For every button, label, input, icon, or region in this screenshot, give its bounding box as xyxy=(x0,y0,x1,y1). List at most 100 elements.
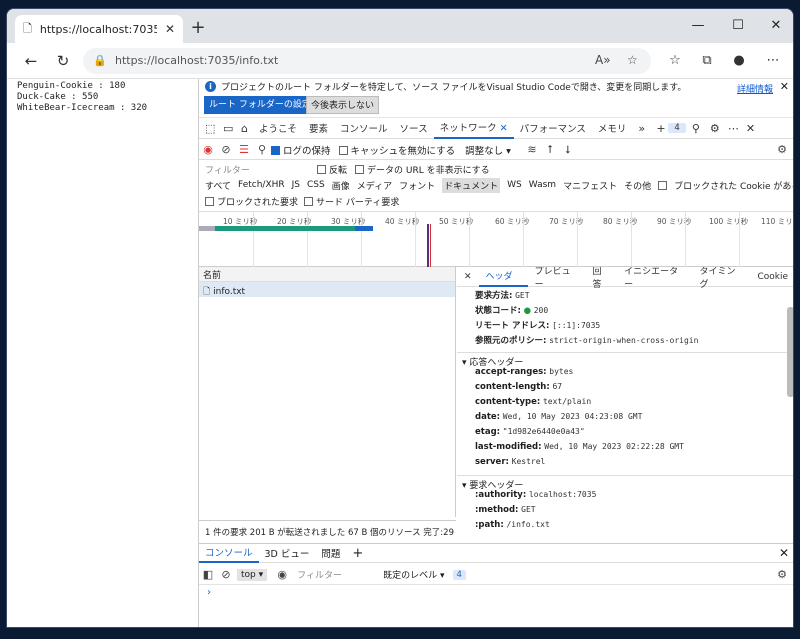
blocked-cookies-checkbox[interactable]: ブロックされた Cookie がある xyxy=(658,179,793,192)
log-levels-select[interactable]: 既定のレベル ▾ xyxy=(383,568,444,581)
browser-tab[interactable]: 🗋 https://localhost:7035/info.txt ✕ xyxy=(15,15,183,43)
clear-console-icon[interactable]: ⊘ xyxy=(217,568,235,581)
tab-welcome[interactable]: ようこそ xyxy=(253,121,303,135)
more-icon[interactable]: ⋯ xyxy=(722,122,740,135)
more-tabs-icon[interactable]: » xyxy=(632,122,650,135)
console-settings-icon[interactable]: ⚙ xyxy=(773,568,791,581)
tab-response[interactable]: 回答 xyxy=(586,267,618,290)
type-filter-manifest[interactable]: マニフェスト xyxy=(563,179,617,192)
lock-icon[interactable]: 🔒 xyxy=(93,54,107,67)
network-settings-icon[interactable]: ⚙ xyxy=(773,143,791,156)
tab-preview[interactable]: プレビュー xyxy=(528,267,586,290)
third-party-checkbox[interactable]: サード パーティ要求 xyxy=(304,195,399,208)
new-tab-button[interactable]: + xyxy=(187,18,209,40)
type-filter-font[interactable]: フォント xyxy=(399,179,435,192)
timeline-tick: 100 ミリ秒 xyxy=(709,217,749,226)
type-filter-doc[interactable]: ドキュメント xyxy=(442,177,501,193)
favorites-icon[interactable]: ☆ xyxy=(663,51,687,71)
tab-console[interactable]: コンソール xyxy=(334,121,394,135)
more-menu-icon[interactable]: ⋯ xyxy=(761,51,785,71)
add-tab-icon[interactable]: + xyxy=(650,122,668,135)
header-row: リモート アドレス: [::1]:7035 xyxy=(457,319,793,334)
record-icon[interactable]: ◉ xyxy=(199,143,217,156)
filter-input[interactable]: フィルター xyxy=(205,163,317,176)
minimize-button[interactable]: — xyxy=(683,15,713,37)
favorite-star-icon[interactable]: ☆ xyxy=(627,53,638,67)
import-icon[interactable]: ⭡ xyxy=(541,143,559,157)
back-button[interactable]: ← xyxy=(19,50,43,72)
drawer-tab-console[interactable]: コンソール xyxy=(199,544,259,563)
name-column-header[interactable]: 名前 xyxy=(199,267,455,282)
grid-line xyxy=(577,212,578,268)
tab-initiator[interactable]: イニシエーター xyxy=(617,267,692,290)
type-filter-media[interactable]: メディア xyxy=(357,179,392,192)
reload-button[interactable]: ↻ xyxy=(51,50,75,72)
tab-headers[interactable]: ヘッダー xyxy=(478,267,528,302)
third-party-label: サード パーティ要求 xyxy=(316,197,400,208)
learn-more-link[interactable]: 詳細情報 xyxy=(737,82,773,95)
infobar-close-icon[interactable]: ✕ xyxy=(780,80,789,93)
dont-show-again-button[interactable]: 今後表示しない xyxy=(306,96,380,114)
header-key: 要求方法: xyxy=(475,291,513,301)
search-icon[interactable]: ⚲ xyxy=(253,143,271,156)
wifi-icon[interactable]: ≋ xyxy=(523,143,541,156)
tab-timing[interactable]: タイミング xyxy=(693,267,751,290)
invert-checkbox[interactable]: 反転 xyxy=(317,163,347,176)
read-aloud-icon[interactable]: A» xyxy=(595,53,611,67)
url-field[interactable]: 🔒 https://localhost:7035/info.txt A» ☆ xyxy=(83,48,651,74)
inspect-icon[interactable]: ⬚ xyxy=(199,122,217,135)
close-details-icon[interactable]: ✕ xyxy=(457,272,479,282)
console-prompt[interactable]: › xyxy=(207,587,211,598)
tab-performance[interactable]: パフォーマンス xyxy=(514,121,592,135)
device-toolbar-icon[interactable]: ▭ xyxy=(217,122,235,135)
sidebar-toggle-icon[interactable]: ◧ xyxy=(199,568,217,581)
close-devtools-icon[interactable]: ✕ xyxy=(740,122,758,135)
details-scrollbar[interactable] xyxy=(787,307,793,397)
type-filter-wasm[interactable]: Wasm xyxy=(529,180,556,190)
request-row[interactable]: 🗋 info.txt xyxy=(199,282,455,297)
type-filter-js[interactable]: JS xyxy=(292,180,300,190)
context-value: top xyxy=(241,569,256,580)
drawer-tab-issues[interactable]: 問題 xyxy=(315,546,346,560)
tab-cookies[interactable]: Cookie xyxy=(750,272,793,282)
throttling-select[interactable]: 調整なし ▾ xyxy=(465,143,511,157)
tab-network[interactable]: ネットワーク ✕ xyxy=(433,118,514,139)
preserve-log-checkbox[interactable]: ログの保持 xyxy=(271,143,331,157)
hide-data-urls-checkbox[interactable]: データの URL を非表示にする xyxy=(355,163,490,176)
tab-memory[interactable]: メモリ xyxy=(592,121,633,135)
type-filter-all[interactable]: すべて xyxy=(205,179,231,192)
network-timeline[interactable]: 10 ミリ秒 20 ミリ秒 30 ミリ秒 40 ミリ秒 50 ミリ秒 60 ミリ… xyxy=(199,211,793,268)
close-drawer-icon[interactable]: ✕ xyxy=(773,546,793,560)
type-filter-css[interactable]: CSS xyxy=(307,180,325,190)
disable-cache-checkbox[interactable]: キャッシュを無効にする xyxy=(338,143,455,157)
connect-icon[interactable]: ⚲ xyxy=(686,122,704,135)
export-icon[interactable]: ⭣ xyxy=(559,143,577,157)
drawer-add-icon[interactable]: + xyxy=(346,546,369,561)
issues-badge[interactable]: 4 xyxy=(668,123,686,133)
tab-elements[interactable]: 要素 xyxy=(303,121,334,135)
blocked-requests-checkbox[interactable]: ブロックされた要求 xyxy=(205,195,298,208)
blocked-requests-label: ブロックされた要求 xyxy=(217,197,299,208)
response-headers-toggle[interactable]: ▾ 応答ヘッダー xyxy=(457,352,793,368)
profile-icon[interactable]: ● xyxy=(727,51,751,71)
maximize-button[interactable]: ☐ xyxy=(723,15,753,37)
type-filter-other[interactable]: その他 xyxy=(624,179,651,192)
type-filter-ws[interactable]: WS xyxy=(507,180,522,190)
close-window-button[interactable]: ✕ xyxy=(761,15,791,37)
request-headers-toggle[interactable]: ▾ 要求ヘッダー xyxy=(457,475,793,491)
type-filter-xhr[interactable]: Fetch/XHR xyxy=(238,180,285,190)
tab-sources[interactable]: ソース xyxy=(394,121,434,135)
type-filter-img[interactable]: 画像 xyxy=(332,179,350,192)
collections-icon[interactable]: ⧉ xyxy=(695,51,719,71)
console-filter-input[interactable]: フィルター xyxy=(297,568,377,581)
settings-icon[interactable]: ⚙ xyxy=(704,122,722,135)
drawer-tab-3d-view[interactable]: 3D ビュー xyxy=(259,546,316,560)
clear-icon[interactable]: ⊘ xyxy=(217,143,235,156)
eye-icon[interactable]: ◉ xyxy=(273,568,291,581)
close-tab-icon[interactable]: ✕ xyxy=(165,22,175,36)
console-issues-badge[interactable]: 4 xyxy=(452,569,466,580)
filter-icon[interactable]: ☰ xyxy=(235,143,253,156)
set-root-folder-button[interactable]: ルート フォルダーの設定 xyxy=(204,96,316,114)
context-select[interactable]: top ▾ xyxy=(237,568,268,581)
preserve-log-label: ログの保持 xyxy=(283,145,331,157)
